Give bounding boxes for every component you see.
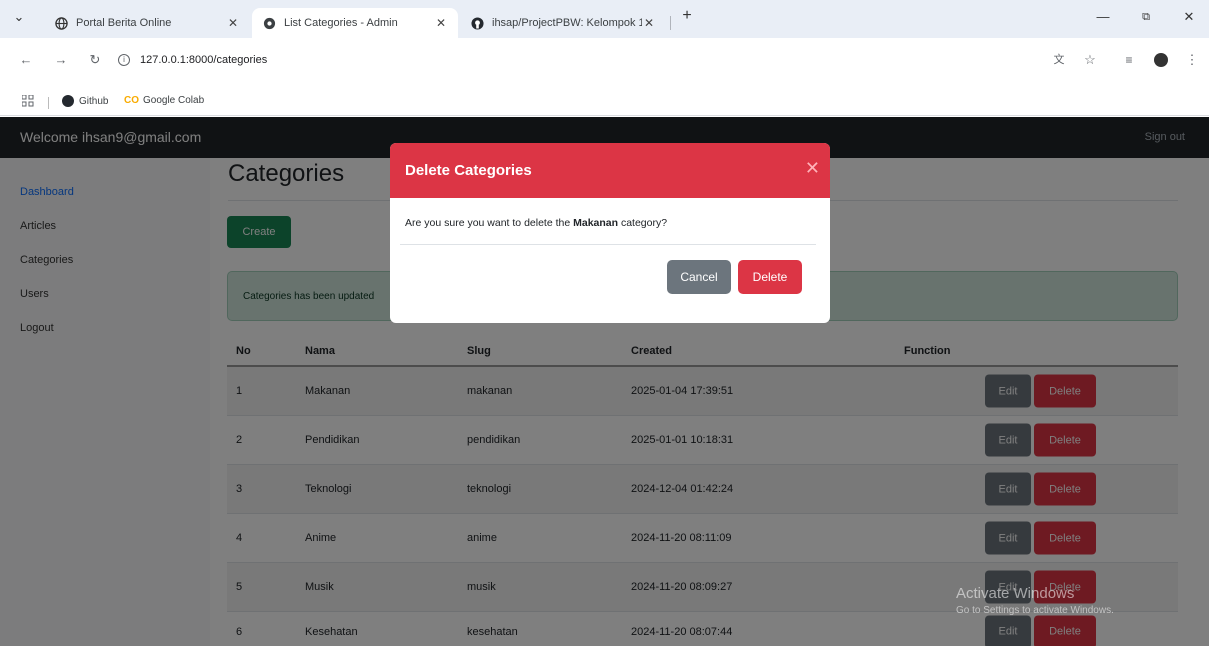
reload-icon[interactable]: ↻ (86, 51, 104, 69)
body-prefix: Are you sure you want to delete the (405, 217, 574, 229)
tab-close-icon[interactable]: ✕ (226, 16, 240, 30)
globe-icon (54, 16, 68, 30)
bookmark-label: Github (79, 95, 109, 107)
url-text: 127.0.0.1:8000/categories (140, 54, 268, 66)
close-window-icon[interactable]: ✕ (1174, 9, 1204, 25)
tab-list-categories[interactable]: List Categories - Admin ✕ (252, 8, 458, 38)
bookmark-label: Google Colab (143, 95, 205, 106)
new-tab-icon[interactable]: + (672, 7, 702, 25)
tab-divider (670, 16, 671, 30)
back-icon[interactable]: ← (17, 51, 35, 69)
tab-close-icon[interactable]: ✕ (434, 16, 448, 30)
browser-menu-icon[interactable]: ⋮ (1183, 51, 1201, 69)
bookmark-google-colab[interactable]: CO Google Colab (124, 95, 204, 106)
reading-list-icon[interactable]: ≡ (1120, 51, 1138, 69)
tab-title: Portal Berita Online (76, 17, 172, 29)
translate-icon[interactable]: 文 (1050, 51, 1068, 69)
bookmark-star-icon[interactable]: ☆ (1081, 51, 1099, 69)
tab-title: List Categories - Admin (284, 17, 398, 29)
delete-categories-modal: Delete Categories ✕ Are you sure you wan… (390, 143, 830, 323)
tab-portal-berita[interactable]: Portal Berita Online ✕ (44, 8, 250, 38)
tab-search-icon[interactable]: ⌄ (4, 9, 34, 25)
close-icon[interactable]: ✕ (805, 158, 820, 179)
modal-body-text: Are you sure you want to delete the Maka… (405, 217, 667, 229)
apps-grid-icon[interactable] (22, 95, 34, 107)
restore-icon[interactable]: ⧉ (1131, 11, 1161, 24)
watermark-title: Activate Windows (956, 585, 1075, 602)
site-icon (262, 16, 276, 30)
modal-divider (400, 244, 816, 245)
category-name: Makanan (573, 217, 619, 229)
body-suffix: category? (618, 217, 668, 229)
cancel-button[interactable]: Cancel (667, 260, 731, 294)
watermark-subtitle: Go to Settings to activate Windows. (956, 605, 1114, 616)
activate-windows-watermark: Activate Windows Go to Settings to activ… (956, 585, 1114, 616)
tab-github-project[interactable]: ihsap/ProjectPBW: Kelompok 1( ✕ (460, 8, 666, 38)
colab-icon: CO (124, 95, 139, 106)
confirm-delete-button[interactable]: Delete (738, 260, 802, 294)
bookmark-divider (48, 97, 49, 109)
modal-header: Delete Categories ✕ (390, 143, 830, 198)
address-bar[interactable]: i 127.0.0.1:8000/categories (118, 46, 267, 74)
profile-avatar-icon[interactable] (1152, 51, 1170, 69)
tab-close-icon[interactable]: ✕ (642, 16, 656, 30)
github-icon (470, 16, 484, 30)
tab-title: ihsap/ProjectPBW: Kelompok 1( (492, 17, 642, 29)
minimize-icon[interactable]: — (1088, 9, 1118, 24)
github-icon (62, 95, 74, 107)
browser-tab-bar: ⌄ Portal Berita Online ✕ List Categories… (0, 0, 1209, 38)
forward-icon[interactable]: → (52, 51, 70, 69)
site-info-icon[interactable]: i (118, 54, 130, 66)
bookmarks-bar: Github CO Google Colab (0, 90, 1209, 116)
modal-title: Delete Categories (405, 162, 532, 179)
bookmark-github[interactable]: Github (62, 95, 108, 107)
